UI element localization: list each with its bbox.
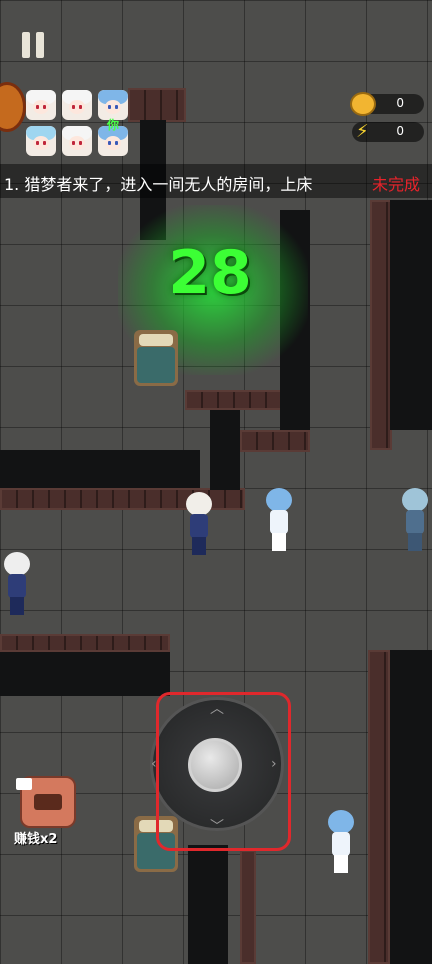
wall: [0, 648, 170, 696]
task-text: 1. 猎梦者来了，进入一间无人的房间，上床: [4, 175, 313, 194]
countdown-timer: 28: [168, 238, 252, 308]
video-ad-icon: [16, 778, 32, 790]
character-girl-blue-hair: [324, 810, 358, 876]
player-avatar: [62, 90, 92, 120]
coin-value: 0: [396, 96, 404, 110]
bed-icon: [34, 794, 62, 810]
highlight-box: [156, 692, 291, 851]
task-status: 未完成: [372, 175, 421, 194]
player-avatar: [62, 126, 92, 156]
coin-icon: [350, 92, 376, 116]
character-boy-white-hair: [0, 552, 34, 618]
you-label: 你: [107, 118, 120, 132]
wall: [370, 200, 392, 450]
character-boy-blue-hair: [398, 488, 432, 554]
player-avatar: [26, 90, 56, 120]
pause-icon: [22, 32, 30, 58]
character-girl-blue-hair: [262, 488, 296, 554]
wall: [188, 845, 228, 964]
wall: [240, 430, 310, 452]
wall: [0, 634, 170, 652]
wall: [390, 200, 432, 430]
wall: [128, 88, 186, 122]
character-boy-white-hair: [182, 492, 216, 558]
wall: [388, 650, 432, 964]
wall: [0, 450, 200, 490]
player-avatar: [26, 126, 56, 156]
energy-value: 0: [396, 124, 404, 138]
wall: [240, 850, 256, 964]
wall: [368, 650, 390, 964]
pause-button[interactable]: [18, 30, 48, 62]
energy-counter: ⚡ 0: [352, 122, 424, 142]
lightning-icon: ⚡: [356, 121, 369, 142]
wall: [185, 390, 285, 410]
earn-double-label: 赚钱x2: [14, 832, 58, 847]
bed[interactable]: [134, 330, 178, 386]
coin-counter: 0: [350, 92, 424, 116]
task-banner: 1. 猎梦者来了，进入一间无人的房间，上床 未完成: [0, 164, 432, 198]
